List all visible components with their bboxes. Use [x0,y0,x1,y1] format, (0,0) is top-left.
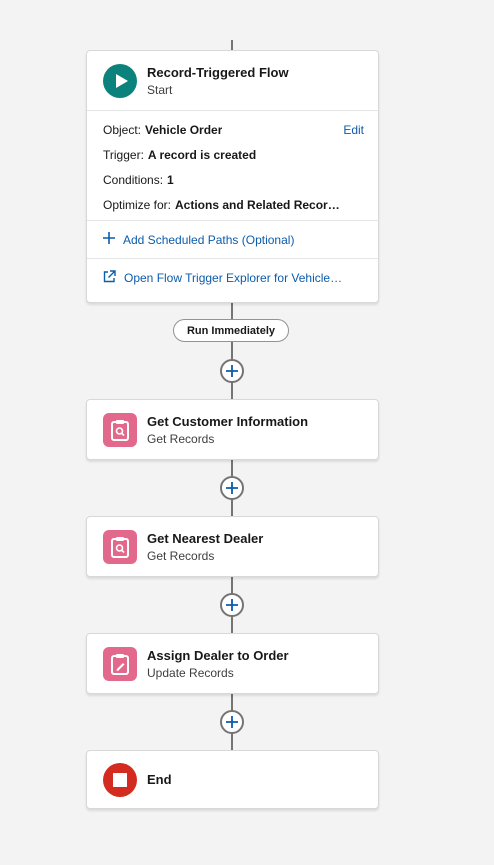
conditions-value: 1 [167,172,174,187]
open-trigger-explorer-link[interactable]: Open Flow Trigger Explorer for Vehicle… [87,258,378,296]
plus-icon [226,716,238,728]
add-element-button[interactable] [220,710,244,734]
end-title: End [147,772,172,787]
edit-link[interactable]: Edit [343,123,364,137]
optimize-value: Actions and Related Recor… [175,197,340,212]
add-element-button[interactable] [220,593,244,617]
play-icon [103,63,137,98]
add-element-button[interactable] [220,476,244,500]
flow-element-assign-dealer-to-order[interactable]: Assign Dealer to Order Update Records [86,633,379,694]
start-header[interactable]: Record-Triggered Flow Start [87,51,378,110]
start-subtitle: Start [147,82,173,97]
element-subtitle: Get Records [147,548,215,563]
conditions-label: Conditions: [103,172,164,187]
plus-icon [103,232,115,247]
plus-icon [226,365,238,377]
plus-icon [226,599,238,611]
open-trigger-explorer-label: Open Flow Trigger Explorer for Vehicle… [124,270,343,285]
connector-start-to-pill [231,302,233,320]
optimize-label: Optimize for: [103,197,172,212]
object-value: Vehicle Order [145,122,223,137]
object-row: Object: Vehicle Order Edit [87,117,378,142]
add-scheduled-paths-link[interactable]: Add Scheduled Paths (Optional) [87,220,378,258]
element-title: Get Nearest Dealer [147,530,264,546]
trigger-value: A record is created [147,147,257,162]
optimize-row: Optimize for: Actions and Related Recor… [87,192,378,217]
start-properties: Object: Vehicle Order Edit Trigger: A re… [87,110,378,217]
element-subtitle: Get Records [147,431,215,446]
add-scheduled-paths-label: Add Scheduled Paths (Optional) [123,232,295,247]
run-immediately-path-label[interactable]: Run Immediately [173,319,289,342]
conditions-row: Conditions: 1 [87,167,378,192]
update-records-icon [103,646,137,681]
trigger-label: Trigger: [103,147,144,162]
trigger-row: Trigger: A record is created [87,142,378,167]
external-link-icon [103,269,116,286]
element-title: Assign Dealer to Order [147,647,289,663]
flow-element-get-nearest-dealer[interactable]: Get Nearest Dealer Get Records [86,516,379,577]
get-records-icon [103,412,137,447]
element-subtitle: Update Records [147,665,234,680]
stop-icon [103,762,137,797]
end-element[interactable]: End [86,750,379,809]
element-title: Get Customer Information [147,413,309,429]
plus-icon [226,482,238,494]
get-records-icon [103,529,137,564]
start-element[interactable]: Record-Triggered Flow Start Object: Vehi… [86,50,379,303]
flow-element-get-customer-information[interactable]: Get Customer Information Get Records [86,399,379,460]
add-element-button[interactable] [220,359,244,383]
start-title: Record-Triggered Flow [147,64,289,80]
object-label: Object: [103,122,142,137]
